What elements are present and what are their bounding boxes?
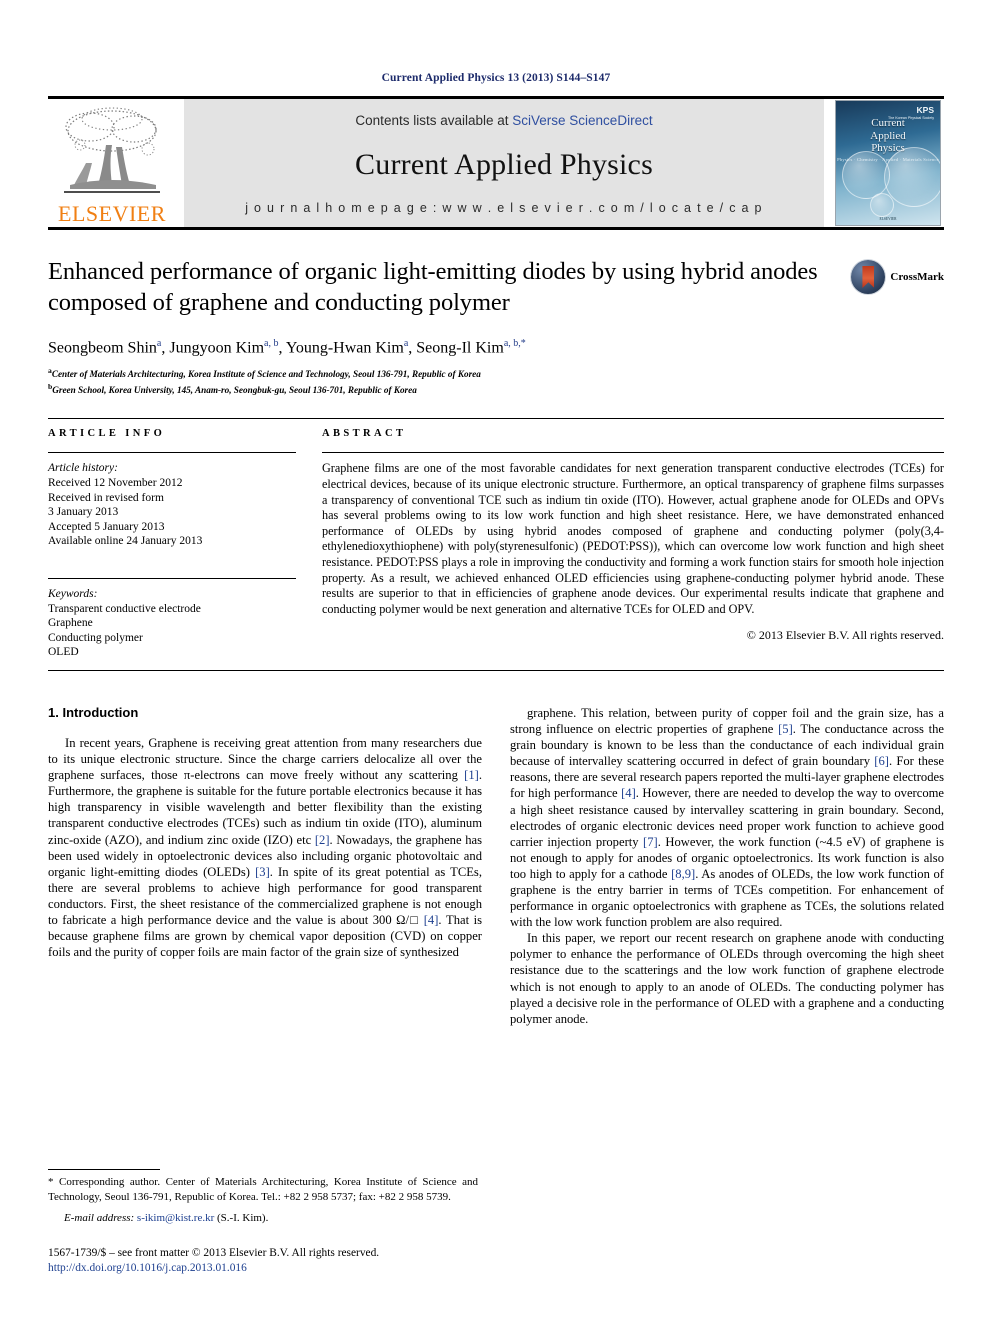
title-block: Enhanced performance of organic light-em… [48,230,944,318]
running-head: Current Applied Physics 13 (2013) S144–S… [381,72,611,84]
corresponding-author-text: * Corresponding author. Center of Materi… [48,1176,478,1203]
history-item: Received in revised form [48,491,164,504]
keyword-item: Transparent conductive electrode [48,602,201,615]
keywords-list: Keywords: Transparent conductive electro… [48,587,296,660]
article-history: Article history: Received 12 November 20… [48,461,296,549]
affiliation-b: bGreen School, Korea University, 145, An… [48,381,417,395]
crossmark-label: CrossMark [890,271,944,283]
cover-bubble [842,151,890,199]
sciencedirect-link[interactable]: SciVerse ScienceDirect [512,113,652,128]
abstract-column: ABSTRACT Graphene films are one of the m… [322,428,944,660]
body-column-right: graphene. This relation, between purity … [510,705,944,1027]
journal-cover: KPS The Korean Physical Society Current … [832,99,944,227]
author-list: Seongbeom Shina, Jungyoon Kima, b, Young… [48,338,526,357]
crossmark-logo[interactable]: CrossMark [851,256,944,294]
email-label: E-mail address: [64,1211,135,1224]
history-item: Available online 24 January 2013 [48,535,203,548]
elsevier-wordmark: ELSEVIER [58,201,166,226]
body-columns: 1. Introduction In recent years, Graphen… [48,705,944,1027]
body-column-left: 1. Introduction In recent years, Graphen… [48,705,482,1027]
article-info-rule [48,452,296,454]
paragraph: In recent years, Graphene is receiving g… [48,735,483,960]
email-owner: (S.-I. Kim). [217,1211,269,1224]
history-item: Received 12 November 2012 [48,477,183,490]
article-info-heading: ARTICLE INFO [48,428,166,440]
issn-line: 1567-1739/$ – see front matter © 2013 El… [48,1247,380,1259]
article-info-column: ARTICLE INFO Article history: Received 1… [48,428,296,660]
abstract-rule [322,452,944,454]
abstract-heading: ABSTRACT [322,428,407,440]
info-abstract-band: ARTICLE INFO Article history: Received 1… [48,418,944,660]
masthead-center-panel: Contents lists available at SciVerse Sci… [184,99,824,227]
abstract-copyright: © 2013 Elsevier B.V. All rights reserved… [746,628,944,643]
corresponding-author-note: * Corresponding author. Center of Materi… [48,1175,478,1225]
keyword-item: OLED [48,646,79,659]
keyword-item: Conducting polymer [48,631,143,644]
band-bottom-rule [48,669,944,671]
section-heading-introduction: 1. Introduction [48,704,139,720]
keywords-rule [48,578,296,580]
paper-page: Current Applied Physics 13 (2013) S144–S… [0,0,992,1323]
abstract-text: Graphene films are one of the most favor… [322,461,944,616]
footnote-rule [48,1169,160,1171]
footnote-zone: * Corresponding author. Center of Materi… [48,1169,478,1275]
keyword-item: Graphene [48,617,93,630]
journal-masthead: ELSEVIER Contents lists available at Sci… [48,99,944,227]
paragraph: In this paper, we report our recent rese… [510,931,944,1026]
doi-link[interactable]: http://dx.doi.org/10.1016/j.cap.2013.01.… [48,1261,478,1276]
contents-available-line: Contents lists available at SciVerse Sci… [355,113,652,128]
email-line: E-mail address: s-ikim@kist.re.kr (S.-I.… [48,1211,478,1225]
email-link[interactable]: s-ikim@kist.re.kr [137,1212,214,1224]
paragraph: graphene. This relation, between purity … [510,705,945,930]
crossmark-icon [851,260,886,294]
contents-prefix: Contents lists available at [355,113,513,128]
journal-cover-thumbnail: KPS The Korean Physical Society Current … [835,100,941,226]
keywords-label: Keywords: [48,588,98,601]
cover-bubble [884,147,940,207]
affiliation-a: aCenter of Materials Architecturing, Kor… [48,366,481,380]
journal-homepage-line[interactable]: j o u r n a l h o m e p a g e : w w w . … [245,201,763,215]
issn-block: 1567-1739/$ – see front matter © 2013 El… [48,1246,478,1275]
cover-bubble [870,193,894,217]
page-title: Enhanced performance of organic light-em… [48,258,818,316]
elsevier-logo: ELSEVIER [48,99,176,227]
elsevier-tree-icon [64,107,160,193]
article-history-label: Article history: [48,462,118,475]
history-item: 3 January 2013 [48,506,119,519]
cover-publisher: ELSEVIER [879,217,897,221]
history-item: Accepted 5 January 2013 [48,520,165,533]
journal-title: Current Applied Physics [355,147,653,181]
affiliation-list: aCenter of Materials Architecturing, Kor… [48,365,944,396]
